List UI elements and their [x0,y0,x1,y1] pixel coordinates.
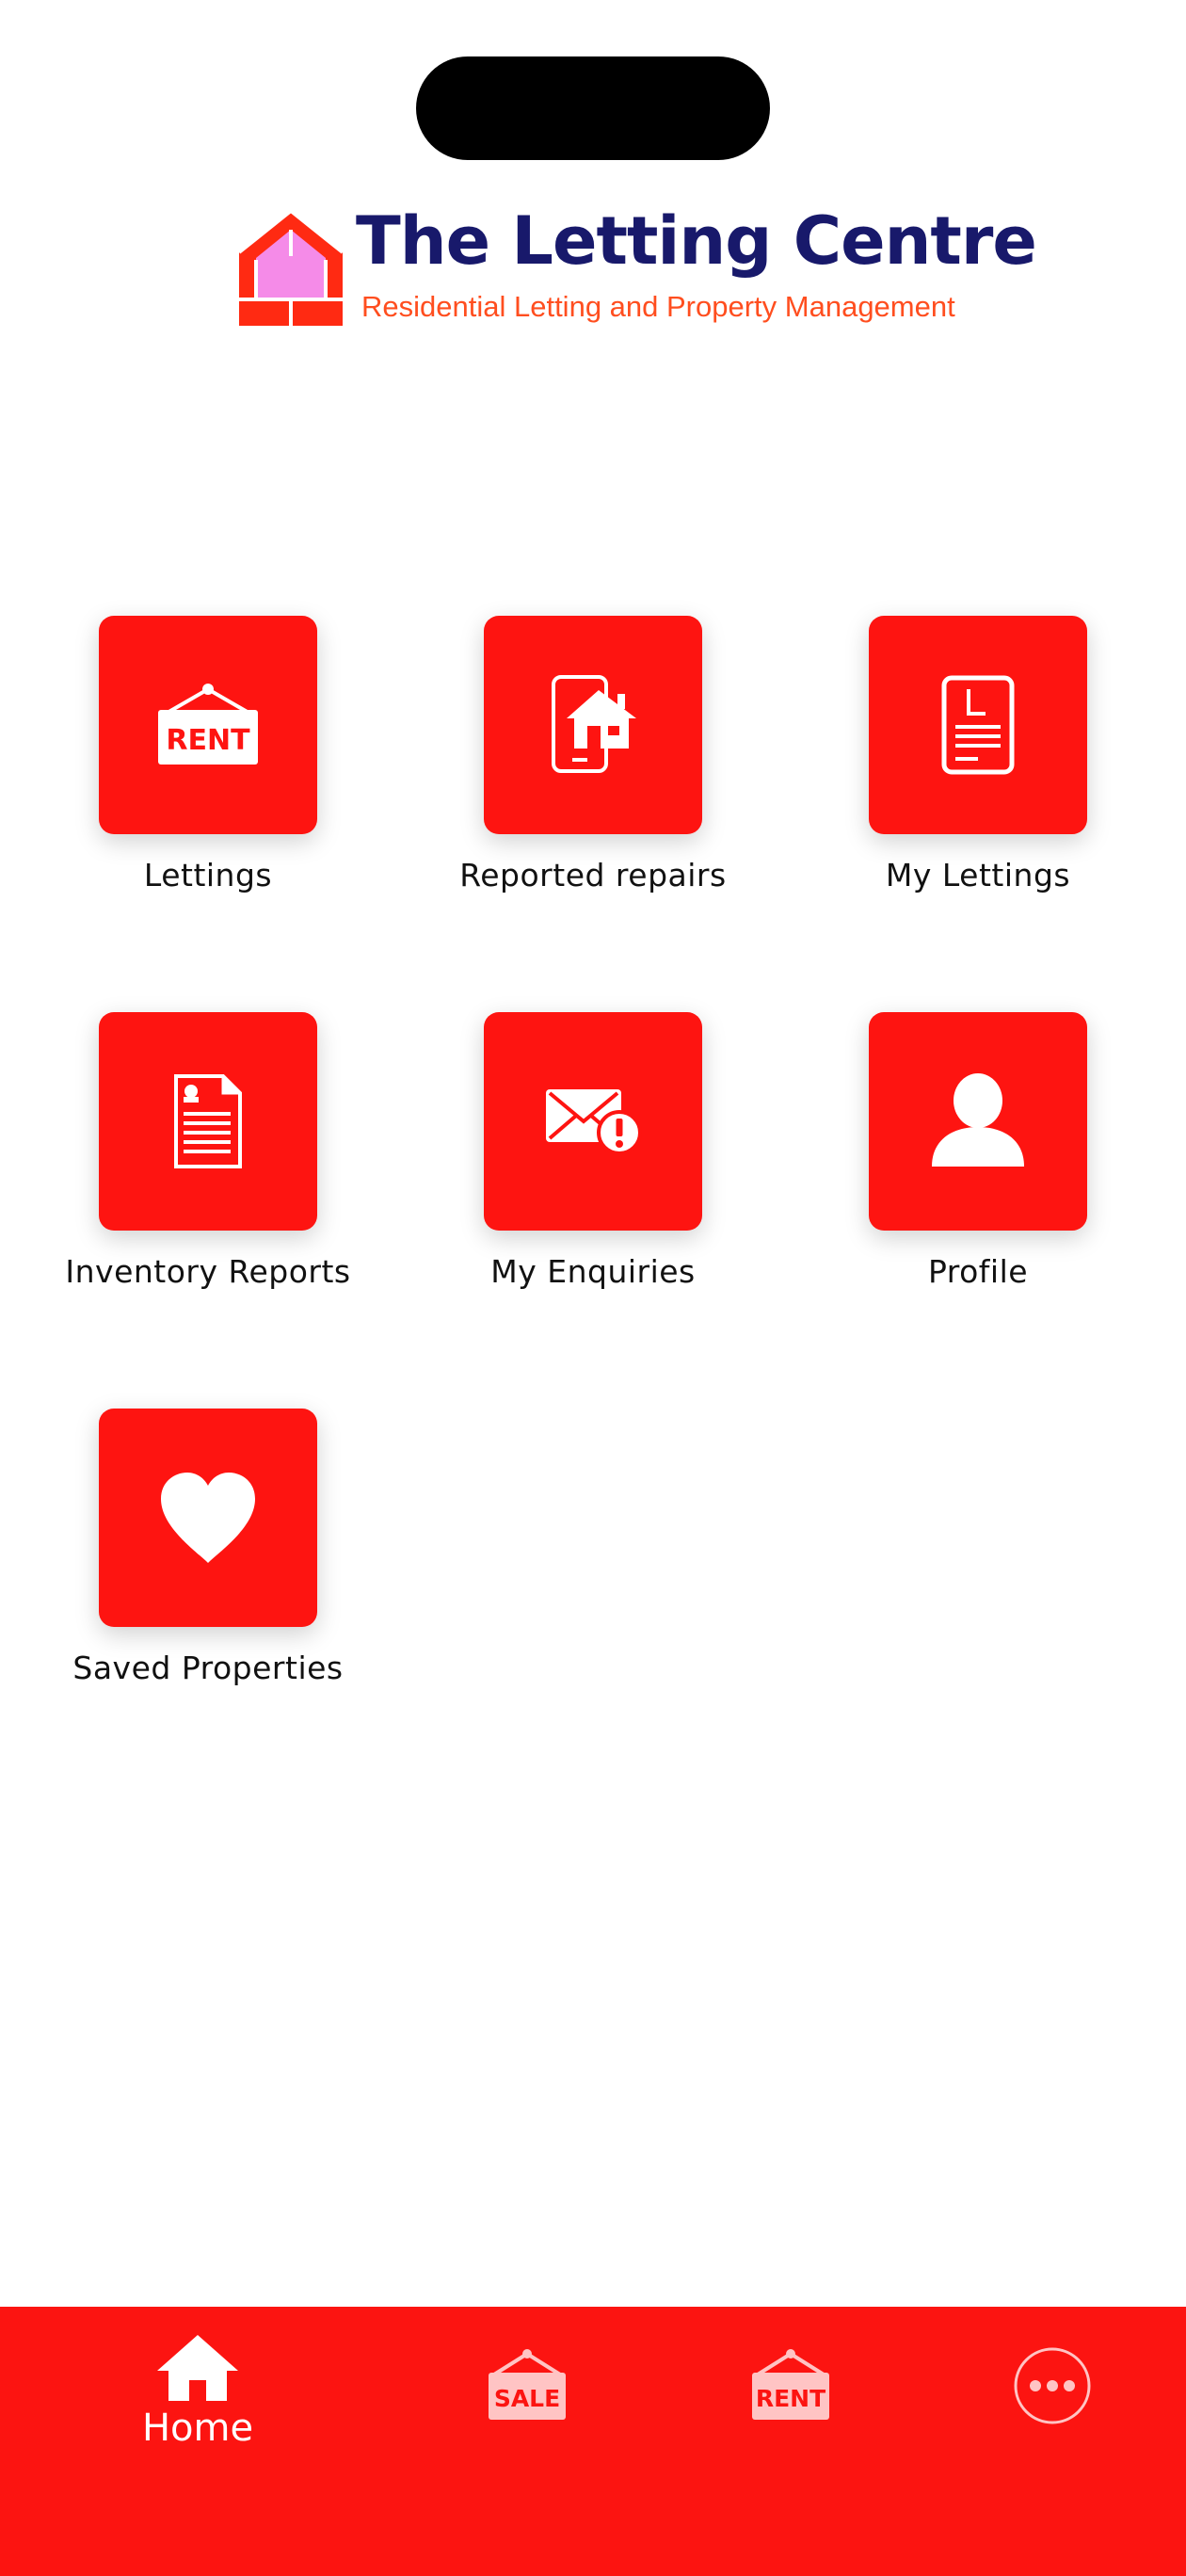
tile-label: My Lettings [885,857,1071,894]
document-l-icon [941,675,1015,775]
tile-label: Lettings [143,857,273,894]
menu-item-reported-repairs[interactable]: Reported repairs [405,616,781,894]
rent-sign-icon: RENT [752,2349,829,2420]
more-icon [1014,2347,1091,2424]
tab-sale[interactable]: SALE [485,2348,569,2427]
lettings-button[interactable]: RENT [99,616,317,834]
brand-logo: The Letting Centre Residential Letting a… [235,205,1037,330]
camera-notch [416,56,770,160]
menu-item-inventory-reports[interactable]: Inventory Reports [20,1012,396,1290]
menu-item-profile[interactable]: Profile [790,1012,1166,1290]
menu-item-my-enquiries[interactable]: My Enquiries [405,1012,781,1290]
brand-title: The Letting Centre [356,202,1037,280]
tile-label: Inventory Reports [65,1253,351,1290]
my-enquiries-button[interactable] [484,1012,702,1231]
tab-home-label: Home [141,2407,254,2450]
house-logo-icon [237,209,345,326]
heart-icon [161,1473,255,1563]
rent-sign-icon: RENT [158,684,258,765]
tile-label: Profile [927,1253,1029,1290]
phone-house-icon [552,675,636,773]
user-icon [932,1073,1024,1167]
home-icon [157,2335,238,2401]
menu-item-lettings[interactable]: RENT Lettings [20,616,396,894]
sale-sign-icon: SALE [489,2349,566,2420]
reported-repairs-button[interactable] [484,616,702,834]
tab-more[interactable] [1013,2346,1092,2429]
tile-label: My Enquiries [490,1253,696,1290]
menu-item-my-lettings[interactable]: My Lettings [790,616,1166,894]
saved-properties-button[interactable] [99,1409,317,1627]
brand-subtitle: Residential Letting and Property Managem… [361,290,955,323]
svg-text:RENT: RENT [756,2385,825,2412]
menu-item-saved-properties[interactable]: Saved Properties [20,1409,396,1686]
bottom-tab-bar: Home SALE RENT [0,2307,1186,2576]
profile-button[interactable] [869,1012,1087,1231]
tile-label: Reported repairs [459,857,727,894]
envelope-alert-icon [546,1089,642,1155]
svg-text:RENT: RENT [166,724,250,757]
tab-home[interactable]: Home [113,2333,282,2450]
my-lettings-button[interactable] [869,616,1087,834]
inventory-reports-button[interactable] [99,1012,317,1231]
report-document-icon [174,1074,242,1168]
tile-label: Saved Properties [72,1650,344,1686]
svg-text:SALE: SALE [494,2385,560,2412]
tab-rent[interactable]: RENT [748,2348,833,2427]
